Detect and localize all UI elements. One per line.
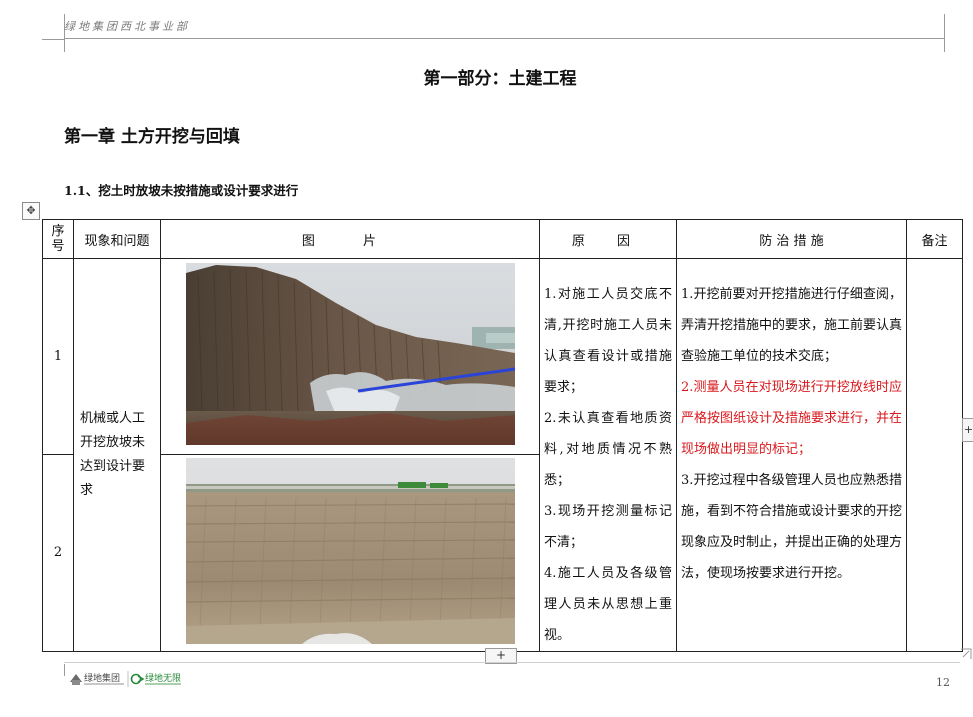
cause-item: 3.现场开挖测量标记不清； — [544, 504, 672, 550]
header-org-text: 绿地集团西北事业部 — [64, 20, 190, 33]
header-cause: 原 因 — [539, 219, 677, 259]
footer-logo: 绿地集团 绿地无限 — [68, 668, 188, 694]
document-page: 绿地集团西北事业部 第一部分：土建工程 第一章 土方开挖与回填 1.1、挖土时放… — [0, 0, 973, 717]
logo-left-text: 绿地集团 — [84, 672, 120, 684]
measure-item: 1.开挖前要对开挖措施进行仔细查阅，弄清开挖措施中的要求，施工前要认真查验施工单… — [681, 287, 903, 364]
photo-1-image — [185, 263, 515, 446]
phenomenon-cell: 机械或人工开挖放坡未达到设计要求 — [73, 258, 161, 652]
section-title: 1.1、挖土时放坡未按措施或设计要求进行 — [64, 183, 299, 198]
excavation-slope-photo-2 — [185, 457, 515, 644]
move-cross-icon[interactable]: ✥ — [22, 202, 40, 220]
excavation-slope-photo-1 — [185, 263, 515, 446]
greenland-logo-icon: 绿地集团 绿地无限 — [70, 671, 181, 687]
photo-cell-1 — [160, 258, 540, 455]
photo-cell-2 — [160, 453, 540, 653]
header-measures: 防 治 措 施 — [676, 219, 907, 259]
row-seq: 1 — [42, 258, 74, 455]
plus-icon[interactable]: + — [962, 418, 973, 442]
photo-2-image — [185, 457, 515, 644]
logo-right-text: 绿地无限 — [145, 672, 181, 684]
chapter-title: 第一章 土方开挖与回填 — [64, 127, 240, 147]
crop-mark-top-right — [944, 14, 955, 52]
page-number: 12 — [936, 676, 950, 689]
defect-table: 序号 现象和问题 图 片 原 因 防 治 措 施 备注 1 机械或人工开挖放坡未… — [42, 219, 963, 653]
header-photo: 图 片 — [160, 219, 540, 259]
header-seq: 序号 — [42, 219, 74, 259]
page-title: 第一部分：土建工程 — [423, 69, 577, 89]
row-seq: 2 — [42, 453, 74, 653]
measures-cell: 1.开挖前要对开挖措施进行仔细查阅，弄清开挖措施中的要求，施工前要认真查验施工单… — [676, 258, 907, 652]
crop-mark-bottom-left — [64, 664, 66, 676]
table-row: 1 机械或人工开挖放坡未达到设计要求 1.对施工人员交底不清,开挖时施工人员未认… — [42, 258, 963, 652]
resize-handle-icon[interactable] — [960, 648, 972, 660]
header-rule — [64, 38, 944, 39]
cause-item: 4.施工人员及各级管理人员未从思想上重视。 — [544, 566, 672, 643]
measure-item: 3.开挖过程中各级管理人员也应熟悉措施，看到不符合措施或设计要求的开挖现象应及时… — [681, 473, 903, 581]
table-header-row: 序号 现象和问题 图 片 原 因 防 治 措 施 备注 — [42, 219, 963, 259]
remarks-cell — [906, 258, 963, 652]
measure-item-highlighted: 2.测量人员在对现场进行开挖放线时应严格按图纸设计及措施要求进行，并在现场做出明… — [681, 380, 903, 457]
header-phenomenon: 现象和问题 — [73, 219, 161, 259]
header-remarks: 备注 — [906, 219, 963, 259]
cause-cell: 1.对施工人员交底不清,开挖时施工人员未认真查看设计或措施要求； 2.未认真查看… — [539, 258, 677, 652]
crop-mark-top-left-h — [42, 38, 64, 40]
footer-rule — [64, 662, 960, 663]
phenomenon-text: 机械或人工开挖放坡未达到设计要求 — [80, 411, 146, 498]
cause-item: 2.未认真查看地质资料,对地质情况不熟悉； — [544, 411, 672, 488]
cause-item: 1.对施工人员交底不清,开挖时施工人员未认真查看设计或措施要求； — [544, 287, 672, 395]
